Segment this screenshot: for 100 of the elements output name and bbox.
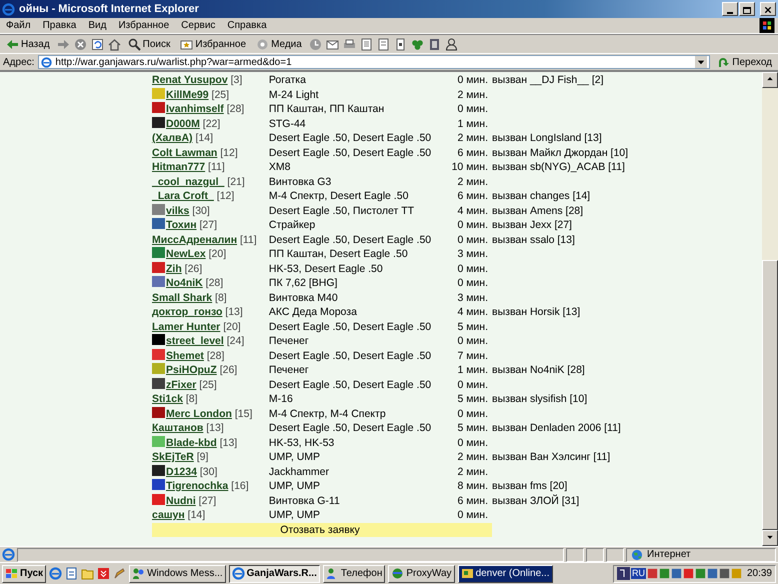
player-link[interactable]: доктор_гонзо <box>152 306 222 318</box>
player-link[interactable]: D000M <box>166 118 200 130</box>
taskbar-button[interactable]: denver (Online... <box>458 564 552 582</box>
player-level: [8] <box>215 292 227 304</box>
taskbar-button[interactable]: Windows Mess... <box>129 564 226 582</box>
time-text: 2 мин. <box>456 88 489 102</box>
player-link[interactable]: Ivanhimself <box>166 103 224 115</box>
player-link[interactable]: PsiHOpuZ <box>166 364 217 376</box>
address-field[interactable]: http://war.ganjawars.ru/warlist.php?war=armed&do=1 <box>38 55 710 69</box>
player-link[interactable]: SkEjTeR <box>152 451 194 463</box>
menu-item[interactable]: Избранное <box>112 18 176 33</box>
refresh-icon[interactable] <box>90 38 104 50</box>
player-link[interactable]: Colt Lawman <box>152 146 218 158</box>
archive-icon[interactable] <box>97 567 110 580</box>
player-level: [30] <box>192 204 210 216</box>
challenge-text: вызван Ван Хэлсинг [11] <box>492 450 612 464</box>
time-text: 8 мин. <box>456 479 489 494</box>
menu-item[interactable]: Файл <box>0 18 37 33</box>
back-arrow-icon <box>6 38 19 50</box>
player-level: [14] <box>188 509 206 521</box>
player-link[interactable]: NewLex <box>166 248 206 260</box>
scroll-down-button[interactable] <box>762 530 778 546</box>
player-link[interactable]: KillMe99 <box>166 88 209 100</box>
player-link[interactable]: D1234 <box>166 466 197 478</box>
book-icon[interactable] <box>428 38 441 50</box>
player-link[interactable]: _cool_nazgul_ <box>152 176 224 188</box>
menu-item[interactable]: Вид <box>82 18 112 33</box>
person-icon[interactable] <box>444 38 458 50</box>
browser-icon[interactable] <box>49 567 62 580</box>
player-link[interactable]: _Lara Croft_ <box>152 190 214 202</box>
menu-item[interactable]: Сервис <box>175 18 222 33</box>
page-icon[interactable] <box>394 38 407 50</box>
weapon-text: ПК 7,62 [BHG] <box>268 276 338 290</box>
home-icon[interactable] <box>108 38 121 50</box>
player-link[interactable]: Renat Yusupov <box>152 74 228 86</box>
player-link[interactable]: Nudni <box>166 494 196 506</box>
player-link[interactable]: Small Shark <box>152 292 212 304</box>
vertical-scrollbar[interactable] <box>762 72 778 546</box>
notepad-icon[interactable] <box>65 567 78 580</box>
favorites-button[interactable]: Избранное <box>177 36 250 52</box>
player-level: [26] <box>184 262 202 274</box>
player-link[interactable]: Hitman777 <box>152 161 206 173</box>
weapon-text: M-4 Спектр, M-4 Спектр <box>268 406 387 421</box>
time-text: 6 мин. <box>456 146 489 160</box>
media-icon <box>256 38 270 50</box>
player-level: [13] <box>225 306 243 318</box>
player-link[interactable]: Blade-kbd <box>166 436 217 448</box>
withdraw-link[interactable]: Отозвать заявку <box>280 524 360 536</box>
time-text: 0 мин. <box>456 102 489 116</box>
scroll-up-button[interactable] <box>762 72 778 88</box>
start-button[interactable]: Пуск <box>2 564 46 582</box>
taskbar-button[interactable]: ProxyWay <box>388 564 455 582</box>
stop-icon[interactable] <box>74 38 87 50</box>
player-link[interactable]: Shemet <box>166 350 204 362</box>
document-icon[interactable] <box>376 38 390 50</box>
back-button[interactable]: Назад <box>3 36 53 52</box>
printer-icon[interactable] <box>342 38 356 50</box>
scroll-thumb[interactable] <box>762 260 778 530</box>
player-link[interactable]: Merc London <box>166 408 232 420</box>
time-text: 1 мин. <box>456 116 489 131</box>
player-link[interactable]: Sti1ck <box>152 393 183 405</box>
time-text: 0 мин. <box>456 232 489 247</box>
language-indicator[interactable]: RU <box>630 568 646 579</box>
tray-icon[interactable] <box>616 567 630 580</box>
menu-item[interactable]: Справка <box>221 18 273 33</box>
player-link[interactable]: Тохин <box>166 219 197 231</box>
player-link[interactable]: street_level <box>166 335 224 347</box>
taskbar-button[interactable]: GanjaWars.R... <box>228 564 320 582</box>
go-button[interactable]: Переход <box>714 54 775 70</box>
player-link[interactable]: No4niK <box>166 277 203 289</box>
player-level: [24] <box>226 335 244 347</box>
player-link[interactable]: zFixer <box>166 378 196 390</box>
player-level: [30] <box>200 466 218 478</box>
player-link[interactable]: (ХалвА) <box>152 132 193 144</box>
close-button[interactable] <box>760 2 776 16</box>
time-text: 5 мин. <box>456 421 489 436</box>
taskbar-button[interactable]: Телефон <box>322 564 386 582</box>
challenge-text: вызван Denladen 2006 [11] <box>492 421 622 436</box>
player-link[interactable]: МиссАдреналин <box>152 234 238 246</box>
player-link[interactable]: vilks <box>166 204 190 216</box>
time-text: 0 мин. <box>456 276 489 290</box>
player-link[interactable]: Tigrenochka <box>166 480 228 492</box>
player-link[interactable]: Zih <box>166 262 182 274</box>
maximize-button[interactable] <box>739 2 755 16</box>
status-panel <box>606 548 624 562</box>
player-link[interactable]: сашун <box>152 509 185 521</box>
pencil-icon[interactable] <box>113 567 126 580</box>
player-level: [28] <box>206 350 224 362</box>
edit-icon[interactable] <box>360 38 373 50</box>
mail-icon[interactable] <box>326 38 339 50</box>
player-level: [14] <box>195 132 213 144</box>
search-button[interactable]: Поиск <box>124 36 174 52</box>
minimize-button[interactable] <box>722 2 738 16</box>
player-link[interactable]: Каштанов <box>152 422 204 434</box>
history-icon[interactable] <box>308 38 322 50</box>
tray-icon[interactable] <box>718 568 730 579</box>
player-link[interactable]: Lamer Hunter <box>152 320 220 332</box>
menu-item[interactable]: Правка <box>36 18 82 33</box>
time-text: 0 мин. <box>456 218 489 232</box>
media-button[interactable]: Медиа <box>253 36 305 52</box>
